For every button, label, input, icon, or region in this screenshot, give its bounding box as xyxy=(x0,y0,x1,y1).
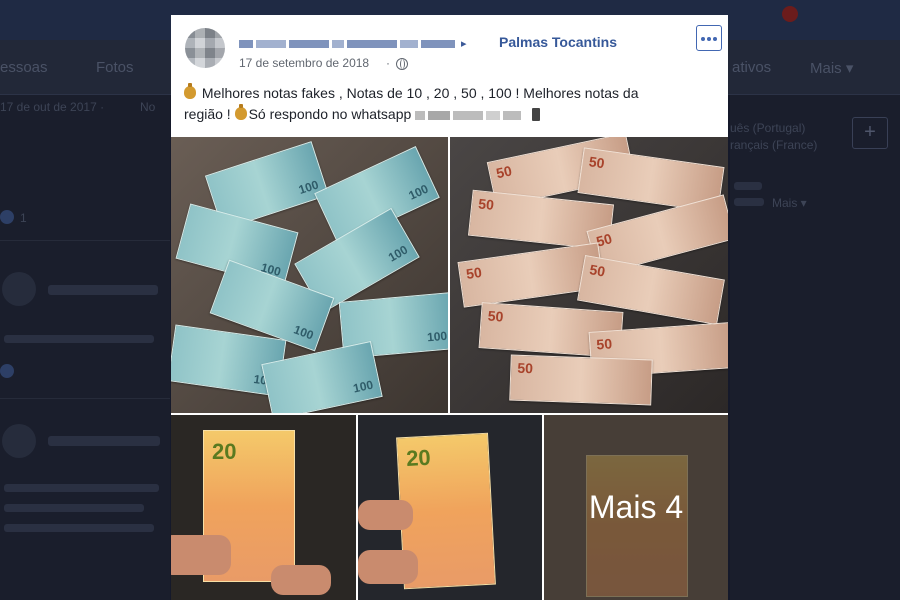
background-post-extra: No xyxy=(140,100,156,114)
background-blurred-name xyxy=(48,285,158,295)
background-more-link[interactable]: Mais ▾ xyxy=(772,196,807,210)
background-blurred-text-2 xyxy=(4,484,159,492)
photo-20-note-front[interactable]: 20 xyxy=(171,415,356,600)
background-divider-2 xyxy=(0,398,170,399)
background-blurred-text xyxy=(4,335,154,343)
page-link[interactable]: Palmas Tocantins xyxy=(499,34,617,50)
background-avatar-2 xyxy=(2,424,36,458)
post-text-line-1: Melhores notas fakes , Notas de 10 , 20 … xyxy=(198,85,639,101)
tab-more[interactable]: Mais ▾ xyxy=(810,59,853,77)
arrow-right-icon: ▸ xyxy=(461,38,467,51)
photo-20-note-side[interactable]: 20 xyxy=(358,415,542,600)
photo-100-notes[interactable]: 100 100 100 100 100 100 100 100 xyxy=(171,137,448,413)
tab-active[interactable]: ativos xyxy=(732,59,771,76)
add-language-button[interactable]: + xyxy=(852,117,888,149)
tab-people[interactable]: essoas xyxy=(0,59,48,76)
background-like-count: 1 xyxy=(20,211,27,225)
blurred-phone-number xyxy=(415,106,528,122)
background-blurred-name-2 xyxy=(48,436,160,446)
photo-more[interactable]: Mais 4 xyxy=(544,415,728,600)
background-language-2[interactable]: rançais (France) xyxy=(730,138,817,152)
notification-badge xyxy=(782,6,798,22)
post-card: ▸ Palmas Tocantins 17 de setembro de 201… xyxy=(171,15,728,600)
more-options-button[interactable] xyxy=(696,25,722,51)
globe-icon[interactable] xyxy=(396,58,408,70)
background-post-date: 17 de out de 2017 · xyxy=(0,100,105,114)
background-like-icon xyxy=(0,210,14,224)
background-right-column xyxy=(730,95,900,600)
post-text-line-2b: Só respondo no whatsapp xyxy=(248,106,412,122)
photo-50-notes[interactable]: 50 50 50 50 50 50 50 50 50 xyxy=(450,137,728,413)
background-blurred-link xyxy=(734,182,762,190)
tab-photos[interactable]: Fotos xyxy=(96,59,134,76)
background-blurred-text-4 xyxy=(4,524,154,532)
post-text: Melhores notas fakes , Notas de 10 , 20 … xyxy=(184,83,719,125)
date-separator: · xyxy=(386,56,390,70)
background-blurred-text-3 xyxy=(4,504,144,512)
blurred-author-name[interactable]: ▸ xyxy=(239,35,470,51)
background-avatar xyxy=(2,272,36,306)
post-text-line-2a: região ! xyxy=(184,106,235,122)
background-divider xyxy=(0,240,170,241)
money-bag-icon xyxy=(234,104,247,120)
phone-icon xyxy=(532,108,541,121)
background-blurred-link-2 xyxy=(734,198,764,206)
background-language-1[interactable]: uês (Portugal) xyxy=(730,121,805,135)
more-photos-label[interactable]: Mais 4 xyxy=(544,415,728,600)
more-options-icon xyxy=(701,37,705,41)
background-like-icon-2 xyxy=(0,364,14,378)
post-date[interactable]: 17 de setembro de 2018 xyxy=(239,56,369,70)
avatar[interactable] xyxy=(185,28,225,68)
money-bag-icon xyxy=(184,83,196,99)
